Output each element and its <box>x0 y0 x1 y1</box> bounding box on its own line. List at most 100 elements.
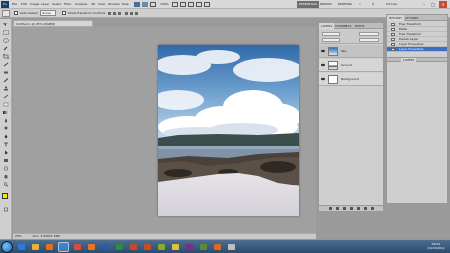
blend-mode-dropdown[interactable] <box>322 32 340 36</box>
align-buttons[interactable] <box>108 11 148 16</box>
eyedropper-tool-icon[interactable] <box>2 62 10 67</box>
document-canvas[interactable] <box>158 45 299 216</box>
layer-row-sky[interactable]: Sky <box>319 45 383 58</box>
photoshop-icon[interactable] <box>58 242 69 252</box>
excel-icon[interactable] <box>114 242 125 252</box>
arrange-documents-icon[interactable] <box>196 2 202 7</box>
menu-select[interactable]: Select <box>52 1 61 8</box>
eye-icon[interactable] <box>321 49 325 53</box>
dodge-tool-icon[interactable] <box>2 126 10 131</box>
eraser-tool-icon[interactable] <box>2 102 10 107</box>
app-icon-6-glyph <box>228 244 235 250</box>
menu-help[interactable]: Help <box>122 1 129 8</box>
type-tool-icon[interactable] <box>2 142 10 147</box>
tab-channels[interactable]: CHANNELS <box>333 23 353 29</box>
menu-filter[interactable]: Filter <box>64 1 71 8</box>
rotate-view-icon[interactable] <box>188 2 194 7</box>
layer-row-ground[interactable]: Ground <box>319 59 383 72</box>
word-icon[interactable] <box>100 242 111 252</box>
hand-tool-icon[interactable] <box>2 174 10 179</box>
app-icon-5[interactable] <box>212 242 223 252</box>
eye-icon[interactable] <box>321 63 325 67</box>
search-icon[interactable]: ⚲ <box>370 1 376 8</box>
move-tool-icon[interactable] <box>2 22 10 27</box>
close-icon[interactable]: ✕ <box>439 1 447 8</box>
app-icon-3[interactable] <box>184 242 195 252</box>
3d-rotate-tool-icon[interactable] <box>2 166 10 171</box>
paint-icon[interactable] <box>170 242 181 252</box>
mini-bridge-icon[interactable] <box>142 2 148 7</box>
ie-icon-glyph <box>18 244 25 250</box>
zoom-tool-icon[interactable] <box>180 2 186 7</box>
healing-brush-tool-icon[interactable] <box>2 70 10 75</box>
history-item-selected[interactable]: Layer Properties <box>387 47 447 52</box>
extras-icon[interactable] <box>150 2 156 7</box>
gradient-tool-icon[interactable] <box>2 110 10 115</box>
app-icon-4[interactable] <box>198 242 209 252</box>
system-clock[interactable]: 00:01 21/12/2012 <box>424 242 448 252</box>
workspace-design[interactable]: DESIGN <box>318 1 334 8</box>
lasso-tool-icon[interactable] <box>2 38 10 43</box>
clone-stamp-tool-icon[interactable] <box>2 86 10 91</box>
menu-file[interactable]: File <box>12 1 17 8</box>
app-icon-1[interactable] <box>142 242 153 252</box>
tab-actions[interactable]: ACTIONS <box>403 15 420 21</box>
tab-history[interactable]: HISTORY <box>387 15 404 21</box>
cs-live-button[interactable]: CS Live <box>384 1 399 8</box>
tab-layers-secondary[interactable]: LAYERS <box>401 58 417 62</box>
marquee-tool-icon[interactable] <box>2 30 10 35</box>
brush-tool-icon[interactable] <box>2 78 10 83</box>
menu-3d[interactable]: 3D <box>91 1 95 8</box>
layer-row-background[interactable]: Background <box>319 73 383 86</box>
document-size: Doc: 3.00M/7.18M <box>32 234 60 238</box>
quick-mask-icon[interactable] <box>2 207 10 212</box>
foreground-color-swatch[interactable] <box>2 193 8 199</box>
crop-tool-icon[interactable] <box>2 54 10 59</box>
menu-window[interactable]: Window <box>108 1 120 8</box>
workspace-painting[interactable]: PAINTING <box>336 1 354 8</box>
tab-layers[interactable]: LAYERS <box>319 23 335 29</box>
blur-tool-icon[interactable] <box>2 118 10 123</box>
screen-mode-icon[interactable] <box>204 2 210 7</box>
menu-analysis[interactable]: Analysis <box>75 1 87 8</box>
move-tool-icon[interactable] <box>2 10 10 17</box>
chrome-icon[interactable] <box>72 242 83 252</box>
zoom-tool-icon[interactable] <box>2 182 10 187</box>
minimize-icon[interactable]: – <box>420 1 428 8</box>
start-button[interactable] <box>1 241 13 253</box>
bridge-icon[interactable] <box>134 2 140 7</box>
workspace-essentials[interactable]: ESSENTIALS <box>297 1 320 8</box>
eye-icon[interactable] <box>321 77 325 81</box>
show-transform-checkbox[interactable] <box>62 11 66 15</box>
workspace-menu-chevron[interactable]: » <box>357 1 363 8</box>
zoom-level[interactable]: 100% <box>160 1 169 8</box>
app-icon-2[interactable] <box>156 242 167 252</box>
lock-buttons[interactable] <box>322 38 340 42</box>
pen-tool-icon[interactable] <box>2 134 10 139</box>
menu-view[interactable]: View <box>98 1 105 8</box>
history-brush-tool-icon[interactable] <box>2 94 10 99</box>
app-icon-6[interactable] <box>226 242 237 252</box>
document-tab[interactable]: Untitled-1 @ 25% (RGB/8) <box>13 20 93 27</box>
firefox-icon[interactable] <box>86 242 97 252</box>
zoom-status[interactable]: 25% <box>15 234 22 238</box>
media-player-icon-glyph <box>46 244 53 250</box>
ie-icon[interactable] <box>16 242 27 252</box>
tab-paths[interactable]: PATHS <box>353 23 366 29</box>
hand-tool-icon[interactable] <box>172 2 178 7</box>
opacity-field[interactable] <box>359 32 379 36</box>
maximize-icon[interactable]: □ <box>429 1 437 8</box>
menu-layer[interactable]: Layer <box>41 1 49 8</box>
powerpoint-icon[interactable] <box>128 242 139 252</box>
auto-select-checkbox[interactable] <box>14 11 18 15</box>
fill-field[interactable] <box>359 38 379 42</box>
quick-select-tool-icon[interactable] <box>2 46 10 51</box>
menu-edit[interactable]: Edit <box>21 1 27 8</box>
media-player-icon[interactable] <box>44 242 55 252</box>
path-selection-tool-icon[interactable] <box>2 150 10 155</box>
shape-tool-icon[interactable] <box>2 158 10 163</box>
explorer-icon[interactable] <box>30 242 41 252</box>
powerpoint-icon-glyph <box>130 244 137 250</box>
menu-image[interactable]: Image <box>30 1 39 8</box>
auto-select-dropdown[interactable]: Group <box>40 10 56 16</box>
